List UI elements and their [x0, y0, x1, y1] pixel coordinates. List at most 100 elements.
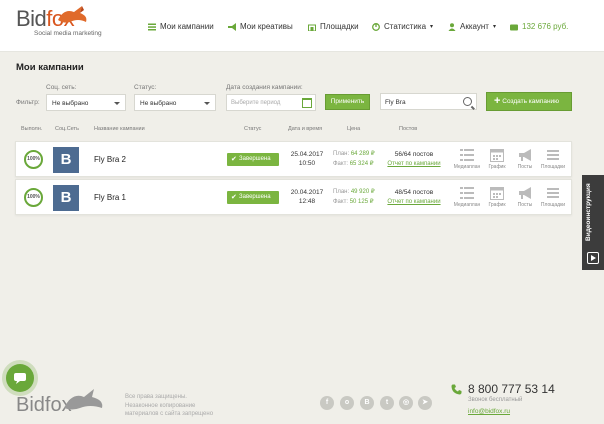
campaign-posts: 48/54 постов Отчет по кампании — [384, 188, 444, 207]
page-title: Мои кампании — [16, 62, 84, 73]
megaphone-icon — [519, 149, 531, 161]
twitter-icon[interactable]: t — [380, 396, 394, 410]
campaign-price: План: 64 289 ₽ Факт: 65 324 ₽ — [333, 150, 375, 169]
status-label: Завершена — [239, 156, 271, 162]
campaign-name[interactable]: Fly Bra 2 — [94, 155, 126, 164]
video-instruction-label: Видеоинструкция — [585, 183, 592, 241]
rights-line: материалов с сайта запрещено — [125, 411, 214, 417]
table-row[interactable]: 100% В Fly Bra 1 ✔ Завершена 20.04.2017 12… — [15, 179, 572, 215]
campaign-name[interactable]: Fly Bra 1 — [94, 193, 126, 202]
date-range-input[interactable]: Выберите период — [226, 94, 316, 111]
nav-campaigns[interactable]: Мои кампании — [148, 22, 214, 31]
action-posts[interactable]: Посты — [511, 186, 539, 208]
logo[interactable]: Bidfox Social media marketing — [16, 6, 102, 37]
plan-label: План: — [333, 189, 350, 195]
action-mediaplan[interactable]: Медиаплан — [453, 148, 481, 170]
nav-statistics[interactable]: Статистика ▾ — [372, 22, 433, 31]
email-link[interactable]: info@bidfox.ru — [468, 408, 510, 415]
campaign-datetime: 25.04.2017 10:50 — [284, 150, 330, 168]
fact-value: 50 125 ₽ — [349, 198, 374, 205]
phone-number[interactable]: 8 800 777 53 14 — [468, 382, 555, 396]
action-label: Площадки — [540, 202, 566, 208]
status-select-value: Не выбрано — [140, 100, 177, 107]
nav-account[interactable]: Аккаунт ▾ — [448, 22, 496, 31]
plan-value: 64 289 ₽ — [350, 151, 375, 157]
action-mediaplan[interactable]: Медиаплан — [453, 186, 481, 208]
chevron-down-icon: ▾ — [430, 24, 434, 30]
video-instruction-tab[interactable]: Видеоинструкция — [582, 175, 604, 270]
completion-badge: 100% — [24, 150, 43, 169]
mediaplan-icon — [460, 149, 474, 161]
nav-balance[interactable]: 132 676 руб. — [510, 22, 568, 31]
nav-platforms[interactable]: Площадки — [308, 22, 359, 31]
campaign-posts: 56/64 постов Отчет по кампании — [384, 150, 444, 169]
status-label: Завершена — [239, 194, 271, 200]
odnoklassniki-icon[interactable]: о — [340, 396, 354, 410]
logo-text-a: Bid — [16, 6, 47, 31]
posts-count: 56/64 постов — [394, 151, 434, 158]
list-icon — [148, 23, 156, 30]
report-link[interactable]: Отчет по кампании — [384, 198, 444, 208]
fact-label: Факт: — [333, 160, 349, 167]
fact-value: 65 324 ₽ — [349, 160, 374, 167]
phone-icon — [451, 384, 462, 395]
status-select[interactable]: Не выбрано — [134, 94, 216, 111]
nav-platforms-label: Площадки — [320, 22, 359, 31]
chat-icon — [14, 373, 26, 384]
social-select[interactable]: Не выбрано — [46, 94, 126, 111]
search-icon[interactable] — [463, 97, 472, 106]
action-label: Посты — [517, 202, 533, 208]
action-schedule[interactable]: График — [483, 148, 511, 170]
fact-label: Факт: — [333, 198, 349, 205]
date-range-placeholder: Выберите период — [231, 100, 281, 106]
action-label: Медиаплан — [453, 202, 481, 208]
action-label: Медиаплан — [453, 164, 481, 170]
vk-icon[interactable]: В — [360, 396, 374, 410]
create-campaign-button[interactable]: + Создать кампанию — [486, 92, 572, 111]
status-filter-label: Статус: — [134, 84, 157, 91]
create-campaign-label: Создать кампанию — [502, 98, 560, 105]
phone-note: Звонок бесплатный — [468, 397, 523, 403]
nav-account-label: Аккаунт — [460, 22, 489, 31]
facebook-icon[interactable]: f — [320, 396, 334, 410]
apply-button[interactable]: Применить — [325, 94, 370, 110]
nav-statistics-label: Статистика — [384, 22, 427, 31]
search-input[interactable]: Fly Bra — [380, 93, 477, 110]
vk-icon: В — [53, 147, 79, 173]
nav-creatives[interactable]: Мои креативы — [228, 22, 293, 31]
plan-value: 49 920 ₽ — [350, 189, 375, 195]
rights-line: Незаконное копирование — [125, 402, 196, 409]
action-platforms[interactable]: Площадки — [539, 186, 567, 208]
plus-icon: + — [494, 95, 501, 107]
chat-button[interactable] — [6, 364, 34, 392]
completion-badge: 100% — [24, 188, 43, 207]
table-row[interactable]: 100% В Fly Bra 2 ✔ Завершена 25.04.2017 10… — [15, 141, 572, 177]
megaphone-icon — [228, 22, 236, 31]
search-value: Fly Bra — [385, 99, 406, 106]
balance-value: 132 676 руб. — [522, 22, 569, 31]
logo-subtitle: Social media marketing — [34, 30, 102, 37]
calendar-icon[interactable] — [302, 98, 312, 108]
campaign-time: 10:50 — [298, 160, 316, 167]
action-platforms[interactable]: Площадки — [539, 148, 567, 170]
action-schedule[interactable]: График — [483, 186, 511, 208]
col-header-datetime: Дата и время — [288, 126, 323, 132]
action-posts[interactable]: Посты — [511, 148, 539, 170]
menu-icon — [547, 150, 559, 160]
wallet-icon — [510, 24, 518, 30]
status-badge: ✔ Завершена — [227, 153, 279, 166]
action-label: Площадки — [540, 164, 566, 170]
filter-label: Фильтр: — [16, 99, 40, 106]
telegram-icon[interactable]: ➤ — [418, 396, 432, 410]
chevron-down-icon: ▾ — [492, 24, 496, 30]
social-filter-label: Соц. сеть: — [46, 84, 77, 91]
report-link[interactable]: Отчет по кампании — [384, 160, 444, 170]
play-icon — [587, 252, 599, 264]
col-header-done: Выполн. — [21, 126, 43, 132]
check-icon: ✔ — [231, 194, 237, 201]
menu-icon — [547, 188, 559, 198]
campaign-time: 12:48 — [298, 198, 316, 205]
instagram-icon[interactable]: ◎ — [399, 396, 413, 410]
vk-icon: В — [53, 185, 79, 211]
nav-campaigns-label: Мои кампании — [160, 22, 214, 31]
